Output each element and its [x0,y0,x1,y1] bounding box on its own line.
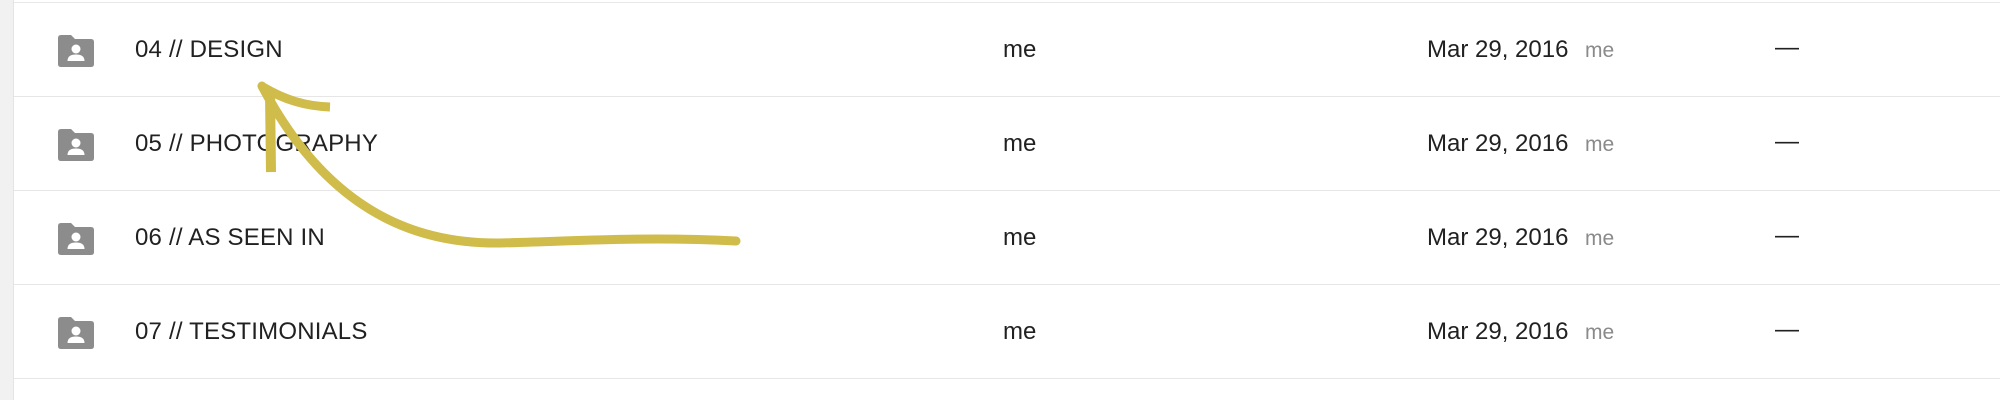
file-name: 05 // PHOTOGRAPHY [135,130,379,157]
table-row[interactable]: 05 // PHOTOGRAPHY me Mar 29, 2016 me — [14,97,2000,191]
file-name: 04 // DESIGN [135,36,283,63]
last-modified-cell: Mar 29, 2016 [1427,36,1569,63]
table-row[interactable]: 07 // TESTIMONIALS me Mar 29, 2016 me — [14,285,2000,379]
modified-by-cell: me [1585,133,1615,156]
last-modified-cell: Mar 29, 2016 [1427,130,1569,157]
table-row[interactable]: 04 // DESIGN me Mar 29, 2016 me — [14,3,2000,97]
file-list: 04 // DESIGN me Mar 29, 2016 me — 05 // … [13,0,2000,400]
owner-cell: me [1003,36,1037,63]
file-name: 06 // AS SEEN IN [135,224,325,251]
modified-by-cell: me [1585,227,1615,250]
shared-folder-icon [56,128,96,162]
file-size-cell: — [1775,128,1799,155]
last-modified-cell: Mar 29, 2016 [1427,224,1569,251]
owner-cell: me [1003,224,1037,251]
drive-page: 04 // DESIGN me Mar 29, 2016 me — 05 // … [0,0,2000,400]
file-size-cell: — [1775,316,1799,343]
shared-folder-icon [56,34,96,68]
file-size-cell: — [1775,34,1799,61]
table-row[interactable]: 06 // AS SEEN IN me Mar 29, 2016 me — [14,191,2000,285]
modified-by-cell: me [1585,39,1615,62]
owner-cell: me [1003,318,1037,345]
file-name: 07 // TESTIMONIALS [135,318,368,345]
owner-cell: me [1003,130,1037,157]
file-size-cell: — [1775,222,1799,249]
list-continuation [14,380,2000,400]
shared-folder-icon [56,316,96,350]
last-modified-cell: Mar 29, 2016 [1427,318,1569,345]
shared-folder-icon [56,222,96,256]
modified-by-cell: me [1585,321,1615,344]
